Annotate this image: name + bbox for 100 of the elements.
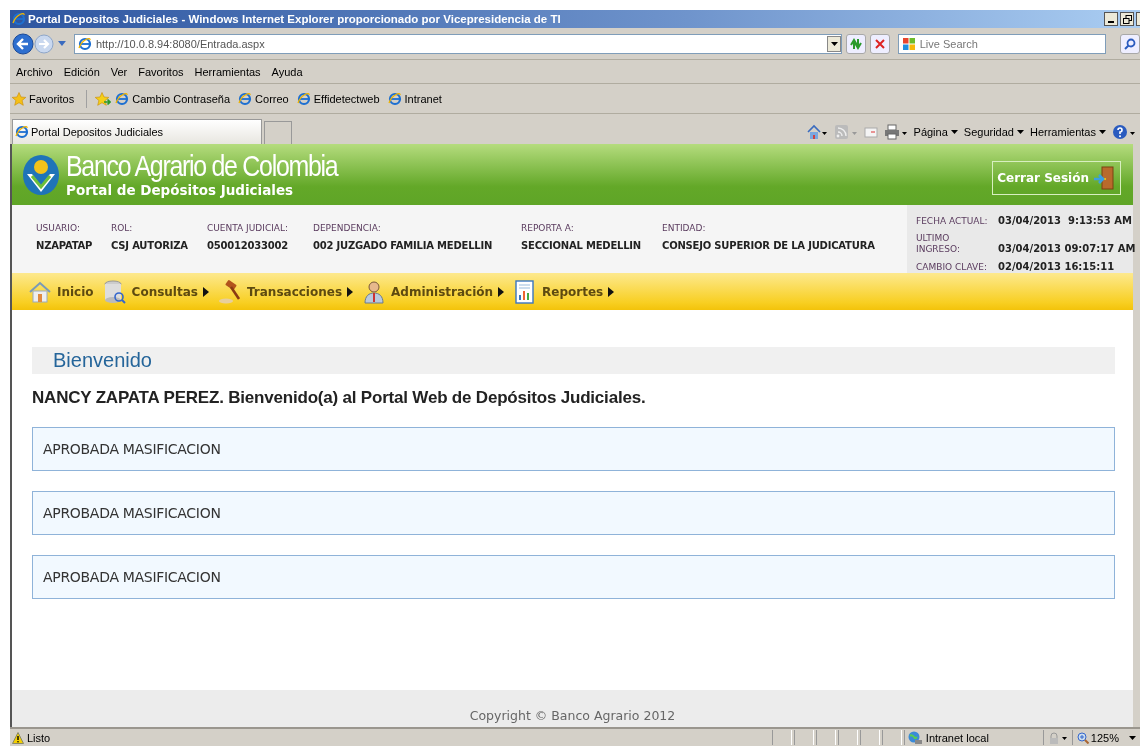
- window-title: Portal Depositos Judiciales - Windows Internet Explorer proporcionado por Vicepresidencia de TI: [28, 13, 562, 25]
- stop-button[interactable]: [869, 33, 890, 54]
- field-label: ROL:: [111, 223, 134, 233]
- nav-menu-item[interactable]: Reportes: [513, 279, 615, 304]
- field-value: 050012033002: [207, 240, 290, 251]
- browser-page-icon: [238, 91, 253, 106]
- field-label: CAMBIO CLAVE:: [916, 262, 988, 273]
- welcome-message: NANCY ZAPATA PEREZ. Bienvenido(a) al Portal Web de Depósitos Judiciales.: [32, 388, 647, 408]
- status-pane: [771, 730, 792, 745]
- search-field[interactable]: Live Search: [897, 33, 1107, 54]
- nav-menu-item[interactable]: Inicio: [28, 279, 94, 304]
- nav-menu-item[interactable]: Administración: [362, 279, 505, 304]
- notice-box: APROBADA MASIFICACION: [32, 427, 1115, 471]
- status-pane: [859, 730, 880, 745]
- printer-icon[interactable]: [883, 123, 908, 140]
- menu-item[interactable]: Edición: [63, 65, 100, 78]
- command-menu[interactable]: Página: [913, 125, 958, 138]
- favorite-link[interactable]: Correo: [238, 91, 293, 106]
- favorite-link[interactable]: Effidetectweb: [296, 91, 384, 106]
- field-label: USUARIO:: [36, 223, 81, 233]
- zoom-magnifier-icon: [1076, 731, 1089, 744]
- search-icon: [1124, 37, 1137, 50]
- field-value: 03/04/2013 9:13:53 AM: [998, 215, 1133, 227]
- windows-flag-icon: [901, 36, 916, 51]
- browser-logo-icon: [12, 12, 26, 26]
- browser-tab[interactable]: Portal Depositos Judiciales: [12, 119, 262, 144]
- field-value: CONSEJO SUPERIOR DE LA JUDICATURA: [662, 240, 876, 251]
- field-label: CUENTA JUDICIAL:: [207, 223, 290, 233]
- home-icon[interactable]: [805, 123, 828, 140]
- browser-page-icon: [387, 91, 402, 106]
- status-text: Listo: [27, 731, 51, 744]
- field-label: ULTIMO INGRESO:: [916, 233, 961, 255]
- field-value: 002 JUZGADO FAMILIA MEDELLIN: [313, 240, 494, 251]
- globe-network-icon: [906, 730, 923, 745]
- help-icon[interactable]: [1112, 123, 1136, 140]
- person-icon: [362, 279, 387, 304]
- back-button[interactable]: [12, 32, 34, 55]
- restore-button[interactable]: [1120, 12, 1134, 26]
- door-exit-icon: [1093, 165, 1115, 190]
- menu-item[interactable]: Archivo: [16, 65, 53, 78]
- refresh-arrows-icon: [848, 36, 863, 51]
- caret-icon: [1099, 129, 1106, 134]
- browser-page-icon: [15, 125, 29, 139]
- address-dropdown-button[interactable]: [827, 35, 841, 52]
- status-pane: [881, 730, 902, 745]
- field-value: SECCIONAL MEDELLIN: [521, 240, 643, 251]
- menu-item[interactable]: Herramientas: [194, 65, 261, 78]
- history-dropdown-icon[interactable]: [58, 40, 66, 47]
- field-value: 03/04/2013 09:07:17 AM: [998, 243, 1136, 255]
- search-button[interactable]: [1120, 33, 1140, 54]
- status-pane: [815, 730, 836, 745]
- submenu-arrow-icon: [498, 286, 505, 297]
- star-icon: [12, 91, 26, 106]
- home-icon: [28, 279, 52, 304]
- address-field[interactable]: http://10.0.8.94:8080/Entrada.aspx: [73, 33, 842, 54]
- status-pane: [793, 730, 814, 745]
- menu-item[interactable]: Favoritos: [138, 65, 184, 78]
- field-value: 02/04/2013 16:15:11: [998, 261, 1116, 273]
- submenu-arrow-icon: [347, 286, 354, 297]
- portal-subtitle: Portal de Depósitos Judiciales: [66, 182, 295, 198]
- field-value: NZAPATAP: [36, 240, 94, 251]
- notice-box: APROBADA MASIFICACION: [32, 491, 1115, 535]
- copyright-text: Copyright © Banco Agrario 2012: [469, 708, 676, 723]
- search-placeholder: Live Search: [919, 37, 978, 50]
- notice-box: APROBADA MASIFICACION: [32, 555, 1115, 599]
- refresh-button[interactable]: [846, 33, 866, 54]
- restore-icon: [1122, 14, 1132, 24]
- field-label: REPORTA A:: [521, 223, 575, 233]
- browser-page-icon: [77, 36, 92, 51]
- caret-icon: [1016, 129, 1024, 134]
- warning-icon: [12, 731, 24, 744]
- url-text: http://10.0.8.94:8080/Entrada.aspx: [95, 37, 266, 50]
- zoom-button[interactable]: 125%: [1071, 730, 1140, 745]
- favorite-link[interactable]: Intranet: [387, 91, 446, 106]
- security-zone: Intranet local: [903, 730, 1043, 745]
- field-label: DEPENDENCIA:: [313, 223, 382, 233]
- field-label: ENTIDAD:: [662, 223, 707, 233]
- browser-page-icon: [296, 91, 311, 106]
- minimize-button[interactable]: [1104, 12, 1118, 26]
- gavel-icon: [217, 279, 242, 304]
- database-search-icon: [102, 279, 127, 304]
- status-pane: [837, 730, 858, 745]
- browser-page-icon: [115, 91, 130, 106]
- caret-icon: [950, 129, 958, 134]
- caret-icon: [1129, 735, 1136, 740]
- submenu-arrow-icon: [608, 286, 615, 297]
- caret-icon: [830, 41, 838, 46]
- command-menu[interactable]: Herramientas: [1029, 125, 1106, 138]
- add-favorite-star-icon[interactable]: [95, 91, 112, 106]
- menu-item[interactable]: Ver: [110, 65, 128, 78]
- favorites-button[interactable]: Favoritos: [12, 91, 79, 106]
- stop-x-icon: [874, 38, 885, 49]
- favorite-link[interactable]: Cambio Contraseña: [115, 91, 235, 106]
- welcome-heading: Bienvenido: [32, 347, 1115, 374]
- menu-item[interactable]: Ayuda: [271, 65, 303, 78]
- nav-menu-item[interactable]: Consultas: [102, 279, 209, 304]
- command-menu[interactable]: Seguridad: [963, 125, 1024, 138]
- nav-menu-item[interactable]: Transacciones: [217, 279, 354, 304]
- field-value: CSJ AUTORIZA: [111, 240, 189, 251]
- field-label: FECHA ACTUAL:: [916, 216, 989, 227]
